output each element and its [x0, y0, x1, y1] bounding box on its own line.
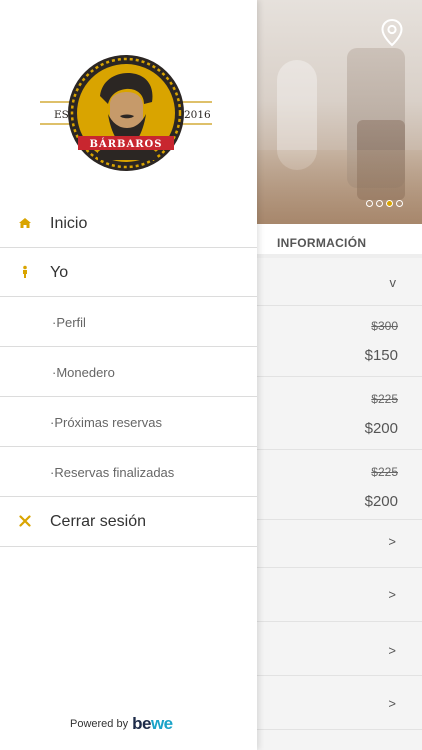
menu-subitem-reservas-finalizadas[interactable]: ·Reservas finalizadas — [0, 447, 257, 497]
menu-item-label: Inicio — [50, 215, 88, 232]
main-content-panel: INFORMACIÓN v $300 $150 $225 $200 $225 $… — [257, 0, 422, 750]
carousel-dot[interactable] — [396, 200, 403, 207]
hero-image — [257, 0, 422, 224]
discount-price: $150 — [364, 347, 398, 364]
menu-item-yo[interactable]: Yo — [0, 248, 257, 297]
location-pin-icon[interactable] — [379, 18, 405, 48]
menu-subitem-perfil[interactable]: ·Perfil — [0, 297, 257, 347]
chevron-right-icon: > — [388, 643, 396, 658]
list-row[interactable]: > — [257, 568, 422, 622]
chevron-right-icon: > — [388, 534, 396, 549]
svg-text:2016: 2016 — [184, 109, 211, 121]
logout-button[interactable]: Cerrar sesión — [0, 497, 257, 547]
chevron-right-icon: > — [388, 587, 396, 602]
service-row[interactable]: $225 $200 — [257, 377, 422, 450]
person-icon — [23, 265, 27, 278]
carousel-dot[interactable] — [366, 200, 373, 207]
menu-item-inicio[interactable]: Inicio — [0, 199, 257, 248]
home-icon — [19, 218, 31, 228]
carousel-indicator — [366, 200, 403, 207]
tab-informacion[interactable]: INFORMACIÓN — [257, 224, 422, 258]
navigation-drawer: EST. 2016 BÁRBAROS Inicio Yo ·Perfil ·Mo… — [0, 0, 257, 750]
list-row[interactable]: > — [257, 622, 422, 676]
menu-subitem-label: ·Próximas reservas — [50, 415, 162, 430]
original-price: $225 — [371, 465, 398, 479]
tab-informacion-label: INFORMACIÓN — [277, 236, 367, 250]
chevron-right-icon: > — [388, 696, 396, 711]
chevron-down-icon: v — [389, 275, 397, 290]
menu-subitem-label: ·Reservas finalizadas — [50, 465, 175, 480]
powered-by-footer: Powered by bewe — [70, 714, 173, 734]
original-price: $225 — [371, 392, 398, 406]
service-row[interactable]: $225 $200 — [257, 450, 422, 520]
menu-item-label: Yo — [50, 264, 69, 281]
list-row[interactable]: > — [257, 676, 422, 730]
service-row[interactable]: $300 $150 — [257, 306, 422, 377]
menu-subitem-label: ·Monedero — [52, 365, 115, 380]
discount-price: $200 — [364, 420, 398, 437]
menu-subitem-label: ·Perfil — [52, 315, 86, 330]
carousel-dot-active[interactable] — [386, 200, 393, 207]
powered-by-text: Powered by — [70, 718, 129, 730]
barbaros-logo: EST. 2016 BÁRBAROS — [40, 55, 212, 171]
close-icon — [19, 515, 31, 527]
menu-subitem-proximas-reservas[interactable]: ·Próximas reservas — [0, 397, 257, 447]
logout-label: Cerrar sesión — [50, 513, 147, 530]
svg-text:BÁRBAROS: BÁRBAROS — [90, 138, 163, 150]
bewe-logo[interactable]: bewe — [132, 714, 173, 734]
original-price: $300 — [371, 319, 398, 333]
discount-price: $200 — [364, 493, 398, 510]
menu-subitem-monedero[interactable]: ·Monedero — [0, 347, 257, 397]
list-row[interactable]: > — [257, 520, 422, 568]
service-dropdown[interactable]: v — [257, 262, 422, 306]
carousel-dot[interactable] — [376, 200, 383, 207]
